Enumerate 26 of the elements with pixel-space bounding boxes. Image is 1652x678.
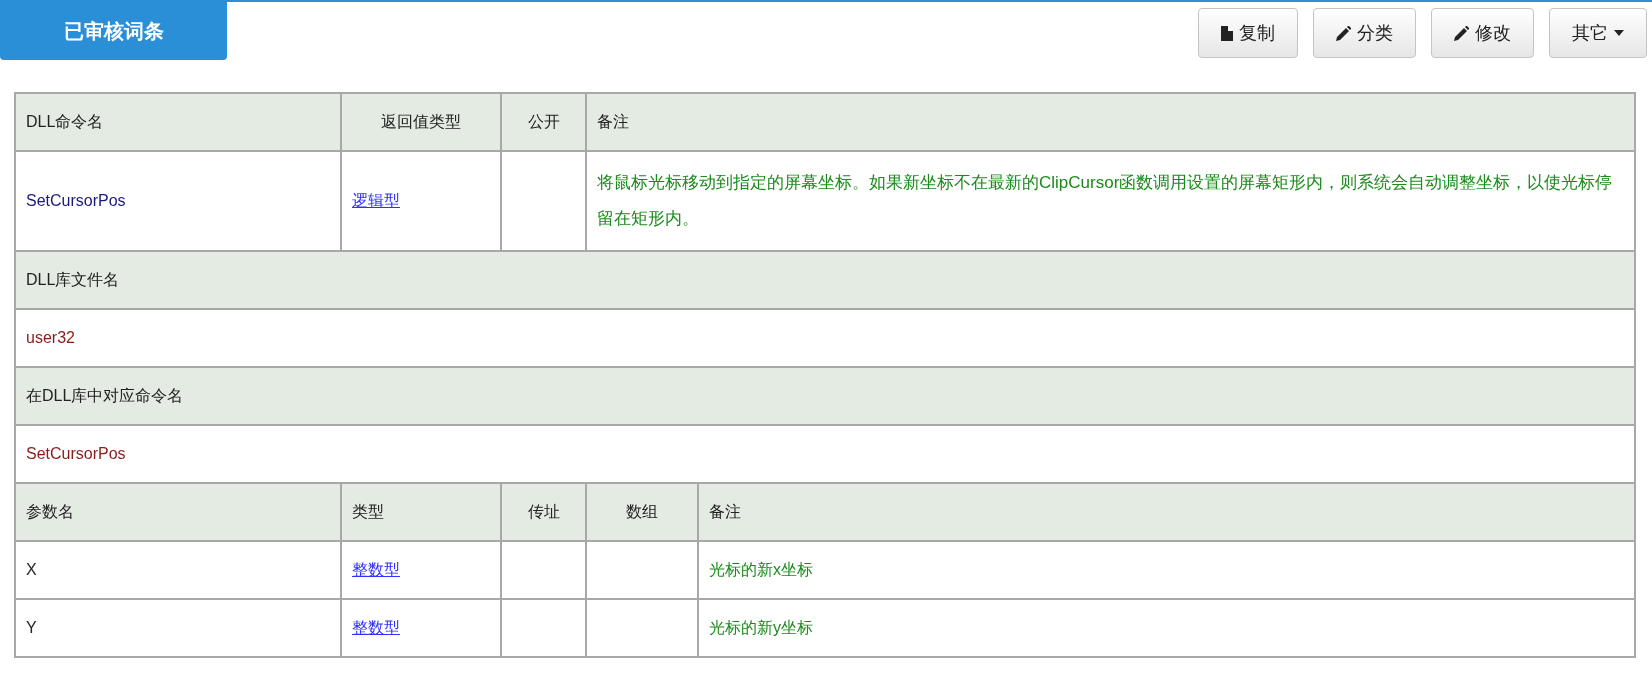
section-header: 在DLL库中对应命令名 <box>15 367 1635 425</box>
column-header: 备注 <box>698 483 1635 541</box>
column-header: 公开 <box>501 93 586 151</box>
toolbar-button[interactable]: 其它 <box>1549 8 1647 58</box>
table-cell: X <box>15 541 341 599</box>
column-header: 参数名 <box>15 483 341 541</box>
toolbar-button[interactable]: 修改 <box>1431 8 1534 58</box>
toolbar-button[interactable]: 复制 <box>1198 8 1298 58</box>
caret-icon <box>1614 30 1624 36</box>
table-cell: 光标的新x坐标 <box>698 541 1635 599</box>
column-header: 备注 <box>586 93 1635 151</box>
column-header: 类型 <box>341 483 501 541</box>
column-header: 返回值类型 <box>341 93 501 151</box>
document-icon <box>1221 25 1233 41</box>
column-header: 传址 <box>501 483 586 541</box>
toolbar-button[interactable]: 分类 <box>1313 8 1416 58</box>
pencil-icon <box>1336 25 1351 41</box>
type-link[interactable]: 整数型 <box>352 560 400 578</box>
pencil-icon <box>1454 25 1469 41</box>
type-link[interactable]: 逻辑型 <box>352 191 400 209</box>
column-header: 数组 <box>586 483 698 541</box>
table-cell: 光标的新y坐标 <box>698 599 1635 657</box>
type-link[interactable]: 整数型 <box>352 618 400 636</box>
column-header: DLL命令名 <box>15 93 341 151</box>
table-cell: Y <box>15 599 341 657</box>
section-header: DLL库文件名 <box>15 251 1635 309</box>
